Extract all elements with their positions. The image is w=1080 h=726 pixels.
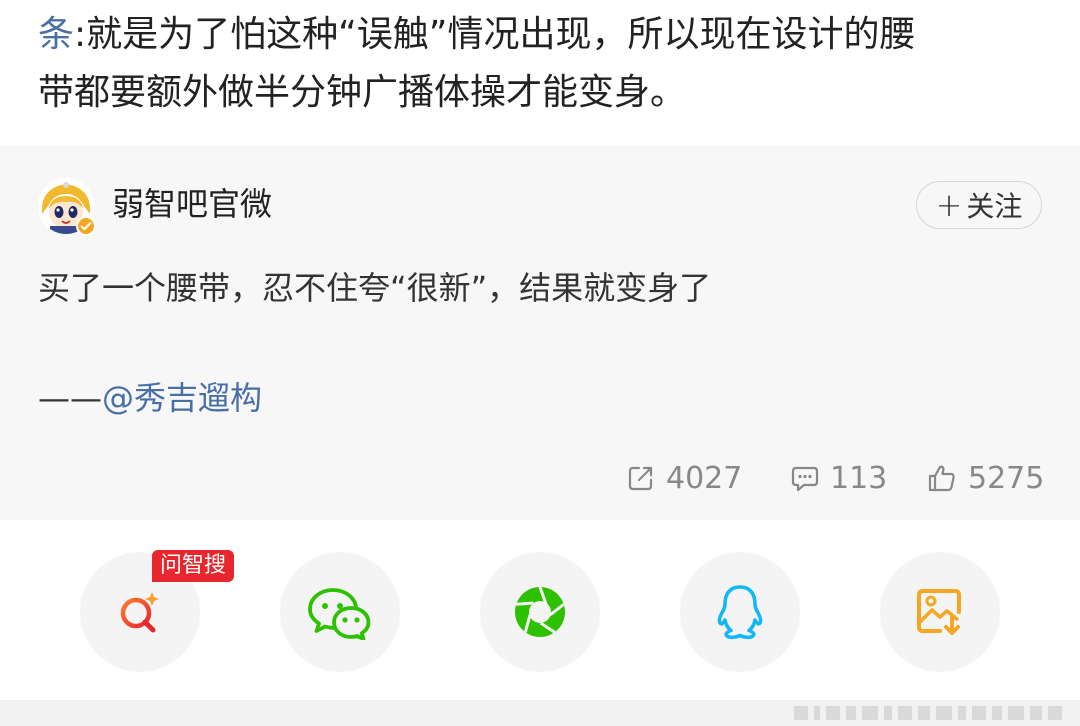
comment-count: 113 [830,460,888,496]
bottom-bar [0,700,1080,726]
image-download-icon [917,589,961,635]
aperture-icon [515,586,565,637]
watermark-icon [794,706,1062,720]
ai-search-tag: 问智搜 [152,550,235,582]
comment-icon [791,466,819,492]
wechat-share-button[interactable] [280,552,400,672]
qq-share-button[interactable] [680,552,800,672]
like-count: 5275 [968,460,1045,496]
quoted-post-card[interactable]: 弱智吧官微 + 关注 买了一个腰带，忍不住夸“很新”，结果就变身了 ——@秀吉遛… [0,146,1080,520]
magnifier-sparkle-icon [120,592,159,633]
quoted-post-author: ——@秀吉遛构 [38,379,263,417]
post-text-line-1: 条:就是为了怕这种“误触”情况出现，所以现在设计的腰 [38,14,916,55]
moments-share-button[interactable] [480,552,600,672]
post-text-prefix[interactable]: 条 [38,14,74,55]
follow-button[interactable]: + 关注 [916,181,1042,229]
repost-count: 4027 [666,460,743,496]
comment-stat[interactable]: 113 [790,458,887,498]
repost-icon [628,466,653,491]
avatar[interactable] [38,178,96,236]
author-mention-link[interactable]: @秀吉遛构 [102,379,262,417]
post-text-line-2: 带都要额外做半分钟广播体操才能变身。 [38,72,687,113]
follow-label: 关注 [966,190,1023,223]
plus-icon: + [935,186,963,224]
quoted-post-body: 买了一个腰带，忍不住夸“很新”，结果就变身了 [38,269,712,307]
user-name[interactable]: 弱智吧官微 [112,182,272,226]
repost-stat[interactable]: 4027 [626,458,742,498]
like-stat[interactable]: 5275 [926,458,1044,498]
share-panel: 问智搜 [0,520,1080,700]
wechat-icon [308,588,371,640]
qq-penguin-icon [717,585,763,640]
verified-badge-icon [76,216,96,236]
thumbs-up-icon [928,465,955,492]
post-text: 条:就是为了怕这种“误触”情况出现，所以现在设计的腰 带都要额外做半分钟广播体操… [38,6,1048,122]
save-image-button[interactable] [880,552,1000,672]
